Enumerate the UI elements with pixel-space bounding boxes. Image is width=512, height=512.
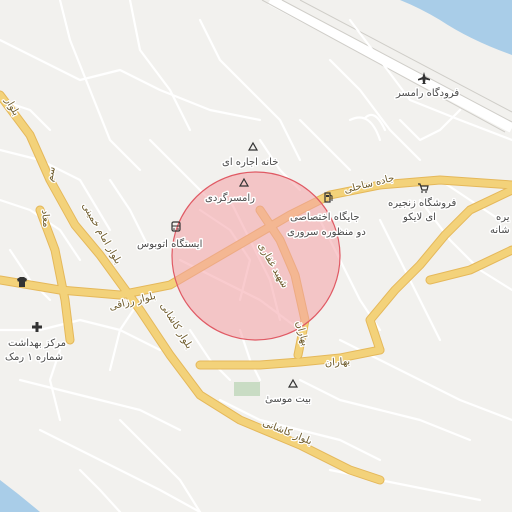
park-area <box>234 382 260 396</box>
water-sliver <box>0 480 40 512</box>
poi-label-khaneh-ejareh: خانه اجاره ای <box>222 157 278 168</box>
poi-label-store-2: ای لایکو <box>402 212 436 223</box>
sea-area <box>400 0 512 55</box>
poi-label-gas-station-2: دو منظوره سروری <box>287 227 366 238</box>
poi-label-gas-station-1: جایگاه اختصاصی <box>290 211 360 223</box>
road-label-bahaaran-1: بهاران <box>324 356 350 369</box>
poi-label-store-edge-2: شانه <box>490 225 510 236</box>
triangle-icon[interactable] <box>287 378 299 388</box>
road-label-maad: معاد <box>39 209 51 228</box>
road-label-jadeh-saheli: جاده ساحلی <box>343 173 395 196</box>
poi-label-store-1: فروشگاه زنجیره <box>388 197 457 209</box>
poi-label-beit-mousi: بیت موسیٰ <box>265 394 311 405</box>
poi-label-bus-station: ایستگاه اتوبوس <box>137 238 202 250</box>
road-label-sam: سم <box>44 166 58 183</box>
poi-label-health-2: شماره ۱ رمک <box>5 352 63 363</box>
map-canvas[interactable]: جاده ساحلی بلوار رزاقی بلوار کاشانی بلوا… <box>0 0 512 512</box>
search-radius-circle[interactable] <box>171 171 341 341</box>
triangle-icon[interactable] <box>247 141 259 151</box>
poi-label-airport: فرودگاه رامسر <box>395 87 459 99</box>
poi-label-store-edge-1: یره <box>496 212 510 223</box>
poi-label-health-1: مرکز بهداشت <box>8 338 66 349</box>
poi-label-ramsargardi: رامسرگردی <box>205 192 255 204</box>
